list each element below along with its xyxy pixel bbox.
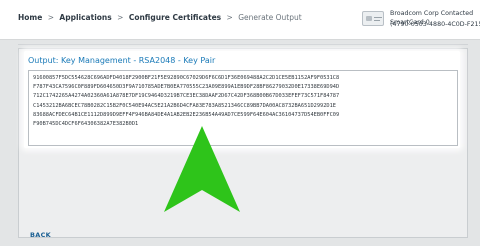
device-id: (4790-0503-4880-4C0D-F215)	[390, 21, 480, 28]
output-line: F787F43CA7596C0F889FD604650D3F9A710785AD…	[33, 84, 340, 91]
card-stripe	[374, 17, 382, 18]
header-divider	[18, 44, 468, 45]
output-textarea[interactable]: 91600857F5DC554628C696ADFD4018F2900BF21F…	[28, 70, 458, 146]
breadcrumb-current: Generate Output	[238, 13, 302, 22]
breadcrumb-separator: >	[117, 13, 124, 22]
smartcard-icon	[362, 11, 384, 26]
back-link[interactable]: BACK	[30, 231, 51, 239]
output-line: 712C1742265A4274A02360A61A878E7DF19C9464…	[33, 93, 340, 100]
breadcrumb-applications[interactable]: Applications	[59, 13, 111, 22]
header-bar: Home > Applications > Configure Certific…	[0, 0, 480, 40]
breadcrumb-configure-certificates[interactable]: Configure Certificates	[129, 13, 221, 22]
output-line: 91600857F5DC554628C696ADFD4018F2900BF21F…	[33, 75, 340, 81]
breadcrumb: Home > Applications > Configure Certific…	[18, 13, 302, 22]
card-chip	[366, 16, 372, 21]
breadcrumb-home[interactable]: Home	[18, 13, 42, 22]
breadcrumb-separator: >	[47, 13, 55, 22]
breadcrumb-separator: >	[226, 13, 233, 22]
card-stripe	[374, 20, 380, 21]
app-window: Home > Applications > Configure Certific…	[0, 0, 480, 246]
output-title: Output: Key Management - RSA2048 - Key P…	[28, 56, 216, 65]
output-line: 83688ACFDEC64B1CE1112D899D9EFF4F946BA84D…	[33, 111, 340, 118]
output-line: C1453212BA6BCEC78B0282C15B2F0C540E94AC5E…	[33, 102, 336, 109]
output-line: F90B745DC4DCF6F64306382A7E382B0D1	[33, 121, 139, 128]
up-arrow-icon	[164, 126, 240, 212]
